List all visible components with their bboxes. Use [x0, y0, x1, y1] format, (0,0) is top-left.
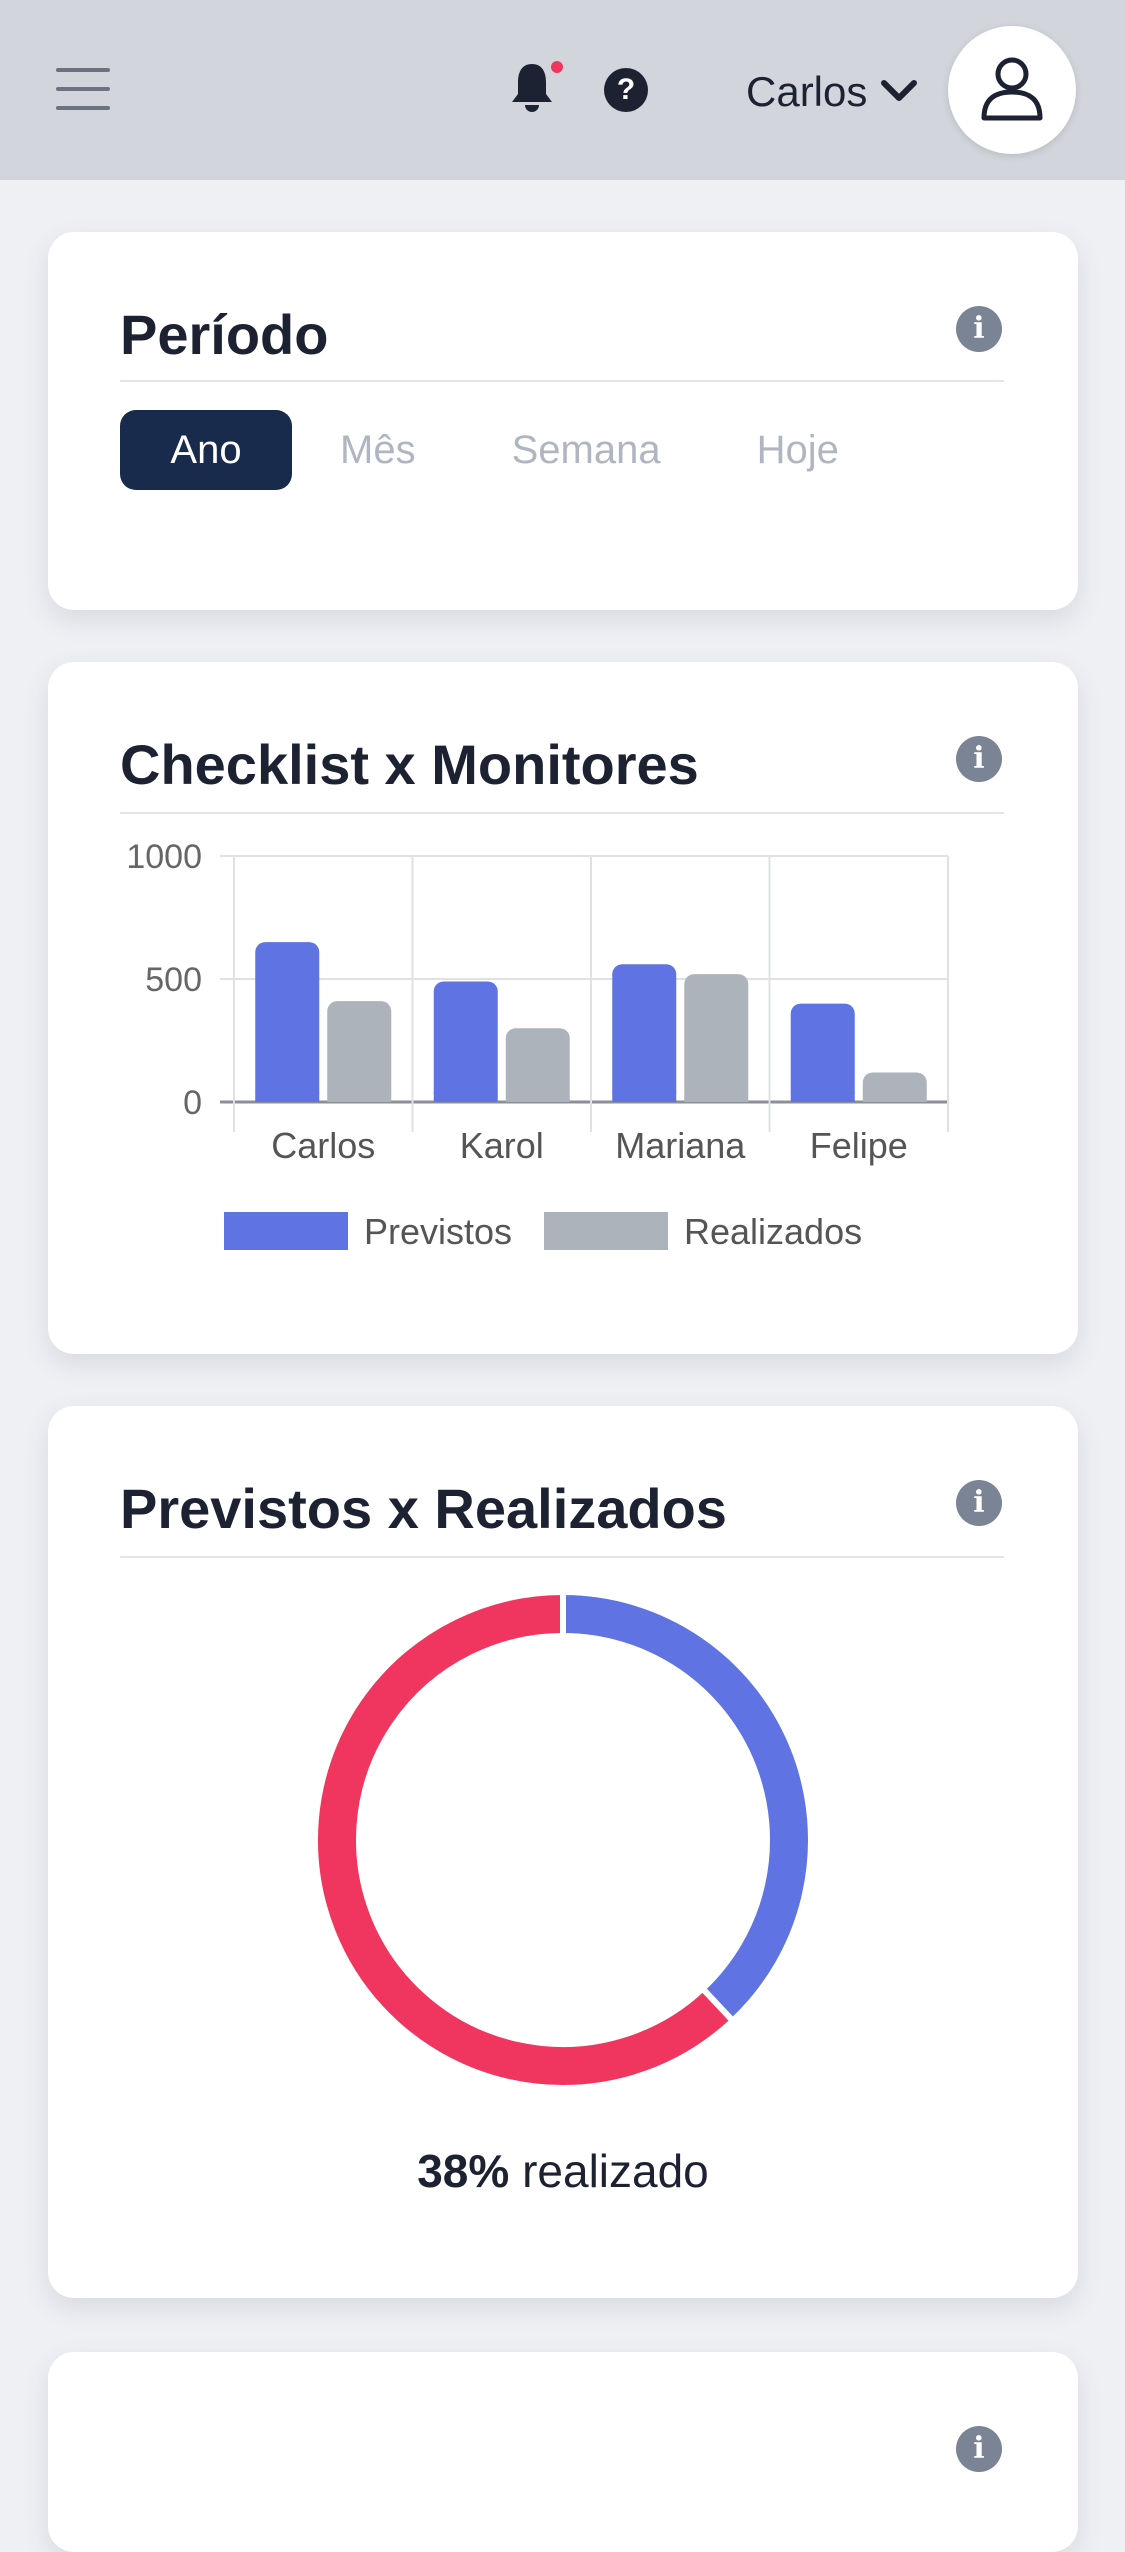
bar-chart: 0 500 1000 Carlos Karol Mariana Felipe Previsto… — [126, 838, 949, 1252]
legend-swatch-previstos — [224, 1212, 348, 1250]
tab-hoje[interactable]: Hoje — [757, 410, 839, 490]
bar-base — [255, 1092, 320, 1102]
bar-base — [612, 1092, 677, 1102]
bar-realizados-mariana — [684, 974, 749, 1102]
top-bar: ? Carlos — [0, 0, 1125, 180]
checklist-card: Checklist x Monitores i 0 500 1000 Carlos Ka… — [48, 662, 1078, 1354]
x-tick-label: Felipe — [810, 1125, 908, 1166]
legend-label-previstos: Previstos — [364, 1211, 512, 1252]
info-icon[interactable]: i — [956, 2426, 1002, 2472]
percent-value: 38% — [417, 2145, 510, 2197]
x-tick-label: Carlos — [271, 1125, 375, 1166]
y-tick-label: 0 — [183, 1084, 202, 1122]
tab-mes[interactable]: Mês — [340, 410, 416, 490]
info-icon[interactable]: i — [956, 306, 1002, 352]
bar-base — [862, 1092, 927, 1102]
bell-icon[interactable] — [510, 58, 566, 118]
percent-suffix: realizado — [522, 2145, 709, 2197]
y-tick-label: 1000 — [126, 838, 202, 876]
tab-ano[interactable]: Ano — [120, 410, 292, 490]
bar-previstos-felipe — [790, 1003, 855, 1102]
previstos-card: Previstos x Realizados i 38% realizado — [48, 1406, 1078, 2298]
bar-base — [790, 1092, 855, 1102]
bar-base — [684, 1092, 749, 1102]
avatar[interactable] — [948, 26, 1076, 154]
bar-base — [433, 1092, 498, 1102]
bar-base — [505, 1092, 570, 1102]
x-tick-label: Karol — [460, 1125, 544, 1166]
donut-chart — [312, 1588, 814, 2091]
periodo-card: Período i Ano Mês Semana Hoje — [48, 232, 1078, 610]
y-tick-label: 500 — [145, 961, 202, 999]
x-tick-label: Mariana — [615, 1125, 746, 1166]
percent-realizado: 38% realizado — [48, 2144, 1078, 2198]
divider — [120, 380, 1004, 382]
tab-semana[interactable]: Semana — [512, 410, 661, 490]
period-tabs: Ano Mês Semana Hoje — [120, 410, 839, 490]
help-icon[interactable]: ? — [604, 68, 648, 112]
bar-realizados-karol — [505, 1028, 570, 1102]
bar-previstos-karol — [433, 981, 498, 1102]
legend-swatch-realizados — [544, 1212, 668, 1250]
bar-base — [327, 1092, 392, 1102]
user-name: Carlos — [746, 68, 868, 115]
bar-realizados-carlos — [327, 1001, 392, 1102]
user-icon — [981, 57, 1043, 121]
user-menu[interactable]: Carlos — [746, 62, 918, 122]
donut-slice-0 — [560, 1588, 814, 2026]
next-card: i — [48, 2352, 1078, 2552]
bar-previstos-carlos — [255, 942, 320, 1102]
menu-icon[interactable] — [56, 68, 110, 114]
periodo-title: Período — [120, 303, 329, 366]
bar-previstos-mariana — [612, 964, 677, 1102]
legend-label-realizados: Realizados — [684, 1211, 862, 1252]
notification-dot — [548, 58, 566, 76]
chevron-down-icon — [881, 80, 918, 101]
